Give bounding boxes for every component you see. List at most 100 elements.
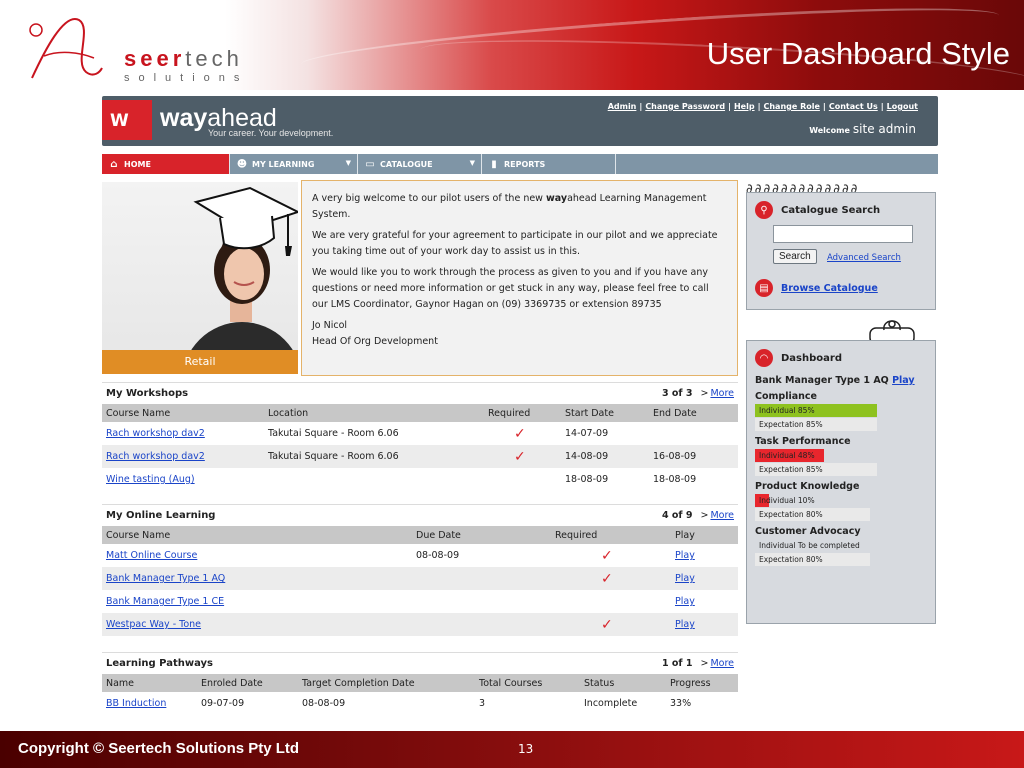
dashboard-category-name: Task Performance: [755, 436, 851, 447]
location-cell: Takutai Square - Room 6.06: [268, 428, 399, 439]
course-link[interactable]: Rach workshop dav2: [106, 428, 205, 439]
column-header[interactable]: Course Name: [102, 404, 264, 422]
column-header[interactable]: Start Date: [561, 404, 649, 422]
course-link[interactable]: Bank Manager Type 1 AQ: [106, 573, 225, 584]
admin-link[interactable]: Admin: [608, 102, 637, 111]
column-header[interactable]: Location: [264, 404, 484, 422]
main-nav: ⌂ HOME ☻ MY LEARNING ▼ ▭ CATALOGUE ▼ ▮ REPORTS: [102, 154, 938, 174]
nav-my-learning[interactable]: ☻ MY LEARNING ▼: [230, 154, 358, 174]
change-role-link[interactable]: Change Role: [763, 102, 819, 111]
advanced-search-link[interactable]: Advanced Search: [827, 253, 901, 263]
change-password-link[interactable]: Change Password: [645, 102, 725, 111]
course-link[interactable]: Rach workshop dav2: [106, 451, 205, 462]
logo-mark-icon: [29, 18, 103, 79]
column-header[interactable]: Target Completion Date: [298, 674, 475, 692]
more-link[interactable]: More: [710, 388, 734, 399]
due-date-cell: 08-08-09: [416, 550, 460, 561]
catalogue-title: ⚲ Catalogue Search: [755, 201, 880, 219]
chevron-down-icon[interactable]: ▼: [470, 159, 475, 167]
table-row: Bank Manager Type 1 CE Play: [102, 590, 738, 613]
welcome-user: Welcome site admin: [809, 122, 916, 136]
column-header[interactable]: Progress: [666, 674, 738, 692]
column-header[interactable]: Due Date: [412, 526, 551, 544]
column-header[interactable]: Enroled Date: [197, 674, 298, 692]
signature-title: Head Of Org Development: [312, 336, 438, 347]
end-date-cell: [649, 422, 738, 445]
expectation-progress-bar: Expectation 80%: [755, 508, 870, 521]
book-icon: ▤: [755, 279, 773, 297]
dashboard-category-name: Customer Advocacy: [755, 526, 861, 537]
more-link[interactable]: More: [710, 658, 734, 669]
graduate-photo-icon: [182, 186, 298, 372]
nav-home[interactable]: ⌂ HOME: [102, 154, 230, 174]
table-header-row: Name Enroled Date Target Completion Date…: [102, 674, 738, 692]
more-link[interactable]: More: [710, 510, 734, 521]
individual-progress-bar: Individual To be completed: [755, 539, 899, 552]
individual-progress-label: Individual To be completed: [759, 541, 860, 550]
column-header[interactable]: Play: [671, 526, 738, 544]
column-header[interactable]: Total Courses: [475, 674, 580, 692]
play-link[interactable]: Play: [675, 596, 695, 607]
expectation-progress-bar: Expectation 80%: [755, 553, 870, 566]
play-link[interactable]: Play: [675, 619, 695, 630]
workshops-header: My Workshops 3 of 3 > More: [102, 382, 738, 404]
column-header[interactable]: Required: [551, 526, 671, 544]
hero-image: [102, 182, 298, 372]
browse-catalogue-row: ▤ Browse Catalogue: [755, 279, 878, 297]
dashboard-category-name: Compliance: [755, 391, 817, 402]
pathway-link[interactable]: BB Induction: [106, 698, 166, 709]
expectation-progress-label: Expectation 80%: [759, 555, 823, 564]
contact-us-link[interactable]: Contact Us: [829, 102, 878, 111]
end-date-cell: 16-08-09: [649, 445, 738, 468]
course-link[interactable]: Westpac Way - Tone: [106, 619, 201, 630]
progress-cell: 33%: [670, 698, 692, 709]
browse-catalogue-link[interactable]: Browse Catalogue: [781, 283, 878, 294]
logout-link[interactable]: Logout: [887, 102, 918, 111]
individual-progress-bar: Individual 85%: [755, 404, 899, 417]
course-link[interactable]: Bank Manager Type 1 CE: [106, 596, 224, 607]
slide-footer: Copyright © Seertech Solutions Pty Ltd 1…: [0, 731, 1024, 768]
catalogue-search-input[interactable]: [773, 225, 913, 243]
individual-progress-label: Individual 48%: [759, 451, 815, 460]
due-date-cell: [412, 590, 551, 613]
search-button[interactable]: Search: [773, 249, 817, 264]
plan-play-link[interactable]: Play: [892, 375, 915, 386]
start-date-cell: 14-07-09: [565, 428, 609, 439]
expectation-progress-label: Expectation 85%: [759, 420, 823, 429]
column-header[interactable]: Required: [484, 404, 561, 422]
due-date-cell: [412, 567, 551, 590]
table-row: Wine tasting (Aug) 18-08-09 18-08-09: [102, 468, 738, 491]
start-date-cell: 18-08-09: [565, 474, 609, 485]
column-header[interactable]: Course Name: [102, 526, 412, 544]
nav-catalogue[interactable]: ▭ CATALOGUE ▼: [358, 154, 482, 174]
column-header[interactable]: End Date: [649, 404, 738, 422]
search-icon: ⚲: [755, 201, 773, 219]
dashboard-title: ◠ Dashboard: [755, 349, 842, 367]
course-link[interactable]: Matt Online Course: [106, 550, 197, 561]
logo-wordmark: seertech: [124, 46, 243, 71]
column-header[interactable]: Name: [102, 674, 197, 692]
play-link[interactable]: Play: [675, 573, 695, 584]
hero-label: Retail: [102, 350, 298, 374]
home-icon: ⌂: [110, 158, 118, 170]
expectation-progress-label: Expectation 85%: [759, 465, 823, 474]
table-row: Bank Manager Type 1 AQ ✓ Play: [102, 567, 738, 590]
catalogue-card: ⚲ Catalogue Search Search Advanced Search…: [746, 192, 936, 310]
nav-reports[interactable]: ▮ REPORTS: [482, 154, 616, 174]
individual-progress-label: Individual 85%: [759, 406, 815, 415]
lms-app: W wayahead Your career. Your development…: [102, 96, 938, 722]
person-icon: ☻: [236, 158, 248, 170]
individual-progress-label: Individual 10%: [759, 496, 815, 505]
workshops-section: My Workshops 3 of 3 > More Course Name Loc…: [102, 382, 738, 491]
play-link[interactable]: Play: [675, 550, 695, 561]
table-row: Rach workshop dav2 Takutai Square - Room…: [102, 445, 738, 468]
online-learning-table: Course Name Due Date Required Play Matt …: [102, 526, 738, 636]
workshops-table: Course Name Location Required Start Date…: [102, 404, 738, 491]
westpac-logo-icon[interactable]: W: [102, 100, 152, 140]
chevron-down-icon[interactable]: ▼: [346, 159, 351, 167]
learning-plan-row: Bank Manager Type 1 AQ Play: [755, 375, 915, 386]
course-link[interactable]: Wine tasting (Aug): [106, 474, 195, 485]
help-link[interactable]: Help: [734, 102, 755, 111]
column-header[interactable]: Status: [580, 674, 666, 692]
